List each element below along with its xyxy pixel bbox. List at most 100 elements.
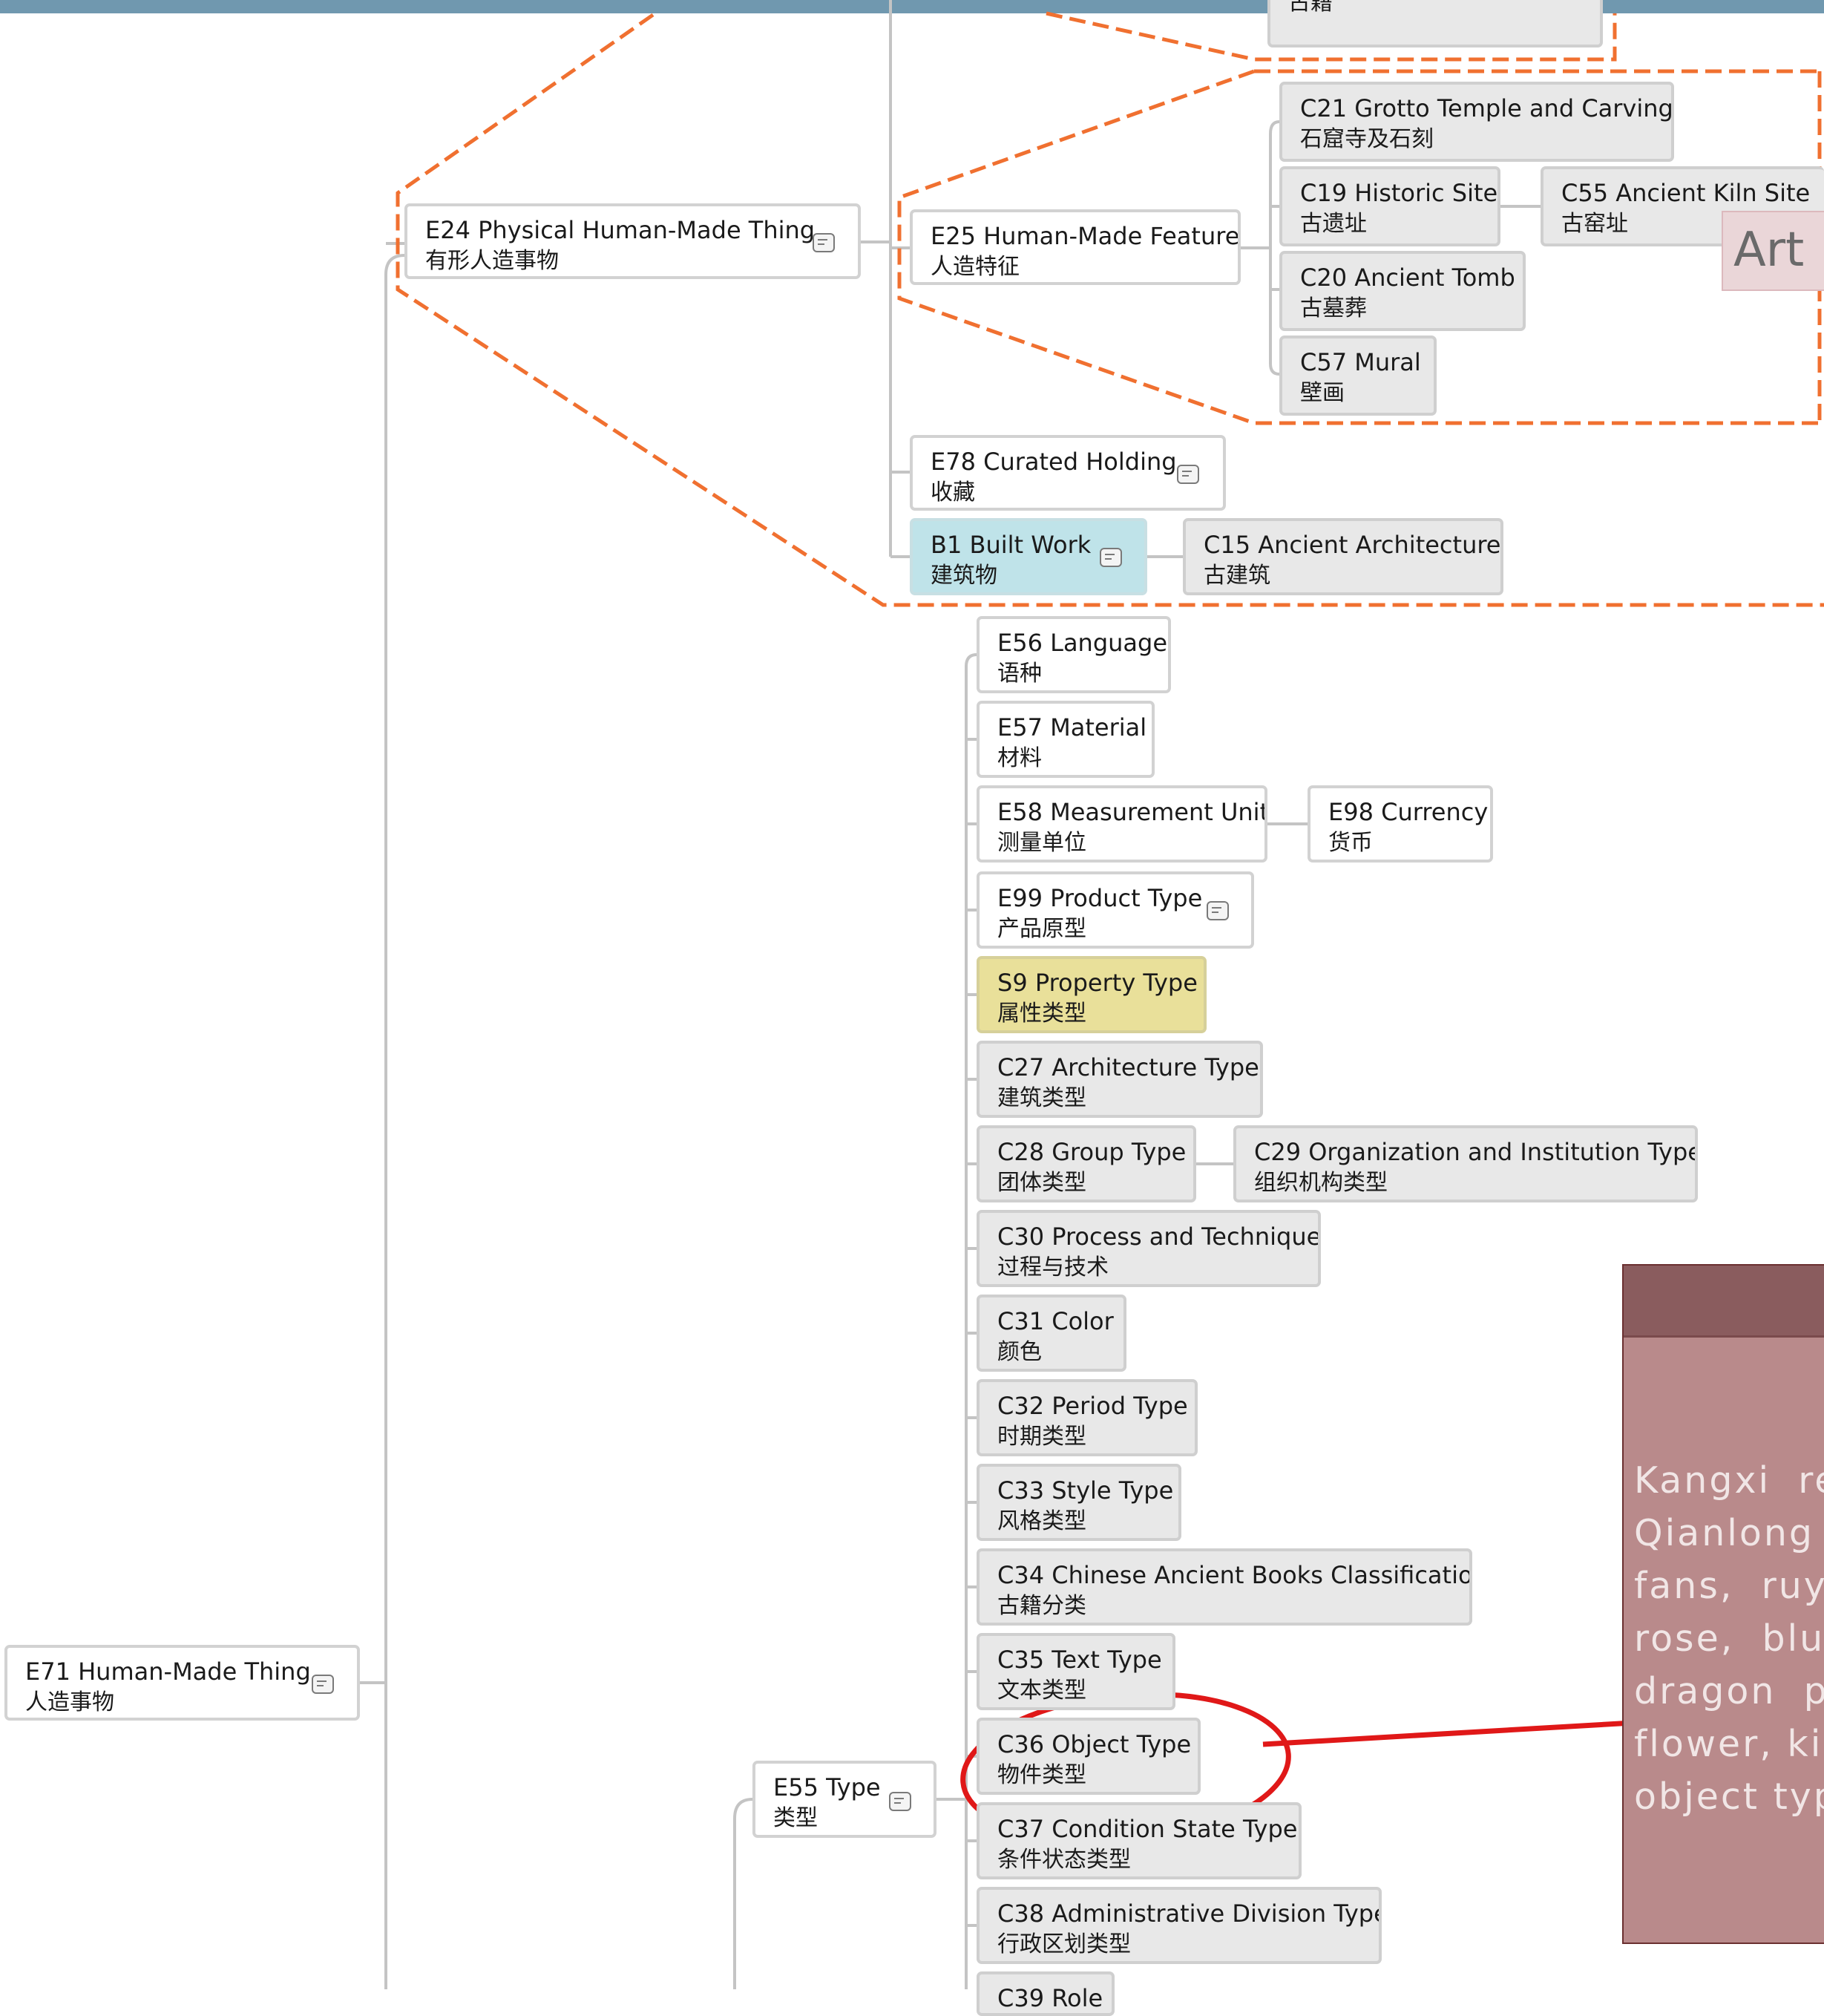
node-label-zh: 古建筑 bbox=[1204, 563, 1270, 589]
node-label-en: C34 Chinese Ancient Books Classification bbox=[997, 1561, 1472, 1589]
node-e57[interactable]: E57 Material 材料 bbox=[977, 701, 1155, 778]
node-label-en: E58 Measurement Unit bbox=[997, 798, 1267, 826]
node-label-zh: 语种 bbox=[997, 661, 1042, 687]
node-label-en: C21 Grotto Temple and Carving bbox=[1300, 94, 1673, 122]
node-label-en: C38 Administrative Division Type bbox=[997, 1899, 1382, 1928]
node-label-en: E71 Human-Made Thing bbox=[25, 1657, 311, 1686]
node-c19[interactable]: C19 Historic Site 古遗址 bbox=[1279, 166, 1500, 246]
node-label-en: C31 Color bbox=[997, 1307, 1114, 1335]
node-label-en: E98 Currency bbox=[1328, 798, 1489, 826]
node-label-zh: 行政区划类型 bbox=[997, 1931, 1131, 1957]
node-label-en: C39 Role bbox=[997, 1984, 1103, 2012]
node-label-zh: 人造事物 bbox=[25, 1689, 114, 1715]
node-label-zh: 时期类型 bbox=[997, 1424, 1086, 1450]
note-icon[interactable] bbox=[1177, 465, 1199, 484]
node-label-en: C29 Organization and Institution Type bbox=[1254, 1138, 1698, 1166]
node-label-zh: 条件状态类型 bbox=[997, 1847, 1131, 1873]
node-label-en: E24 Physical Human-Made Thing bbox=[425, 216, 816, 244]
note-icon[interactable] bbox=[312, 1675, 334, 1694]
node-label-en: C20 Ancient Tomb bbox=[1300, 264, 1515, 292]
description-text: Kangxi re Qianlong r fans, ruyi, rose, blue… bbox=[1634, 1454, 1824, 1823]
description-line: Kangxi re bbox=[1634, 1459, 1824, 1502]
node-label-en: C36 Object Type bbox=[997, 1730, 1192, 1758]
node-c38[interactable]: C38 Administrative Division Type 行政区划类型 bbox=[977, 1887, 1382, 1964]
node-label-en: C19 Historic Site bbox=[1300, 179, 1498, 207]
node-e71[interactable]: E71 Human-Made Thing 人造事物 bbox=[4, 1645, 360, 1721]
node-label-en: C35 Text Type bbox=[997, 1646, 1162, 1674]
node-label-zh: 颜色 bbox=[997, 1339, 1042, 1365]
node-c33[interactable]: C33 Style Type 风格类型 bbox=[977, 1464, 1181, 1541]
node-label-zh: 物件类型 bbox=[997, 1762, 1086, 1788]
node-label-zh: 测量单位 bbox=[997, 830, 1086, 856]
node-c39[interactable]: C39 Role bbox=[977, 1971, 1115, 2016]
node-c28[interactable]: C28 Group Type 团体类型 bbox=[977, 1125, 1196, 1202]
node-s9[interactable]: S9 Property Type 属性类型 bbox=[977, 956, 1207, 1033]
node-label-zh: 组织机构类型 bbox=[1254, 1170, 1388, 1196]
node-c30[interactable]: C30 Process and Technique 过程与技术 bbox=[977, 1210, 1321, 1287]
node-c32[interactable]: C32 Period Type 时期类型 bbox=[977, 1379, 1198, 1456]
node-c35[interactable]: C35 Text Type 文本类型 bbox=[977, 1633, 1175, 1710]
node-label-en: E25 Human-Made Feature bbox=[931, 222, 1240, 250]
node-label-zh: 风格类型 bbox=[997, 1508, 1086, 1534]
node-label-en: C30 Process and Technique bbox=[997, 1223, 1321, 1251]
description-panel: Kangxi re Qianlong r fans, ruyi, rose, blue… bbox=[1622, 1264, 1824, 1944]
node-label-zh: 属性类型 bbox=[997, 1001, 1086, 1027]
description-line: fans, ruyi, bbox=[1634, 1565, 1824, 1607]
node-label-zh: 壁画 bbox=[1300, 380, 1345, 406]
node-e55[interactable]: E55 Type 类型 bbox=[752, 1761, 936, 1838]
node-e99[interactable]: E99 Product Type 产品原型 bbox=[977, 871, 1254, 949]
note-icon[interactable] bbox=[889, 1792, 911, 1811]
node-e25[interactable]: E25 Human-Made Feature 人造特征 bbox=[910, 209, 1241, 285]
node-c20[interactable]: C20 Ancient Tomb 古墓葬 bbox=[1279, 251, 1526, 331]
art-tag: Art bbox=[1722, 211, 1824, 291]
node-b1[interactable]: B1 Built Work 建筑物 bbox=[910, 518, 1147, 595]
node-label-zh: 有形人造事物 bbox=[425, 248, 559, 274]
node-label-en: E56 Language bbox=[997, 629, 1168, 657]
description-line: dragon pa bbox=[1634, 1670, 1824, 1712]
node-label-en: C15 Ancient Architecture bbox=[1204, 531, 1501, 559]
note-icon[interactable] bbox=[1207, 901, 1229, 920]
node-c29[interactable]: C29 Organization and Institution Type 组织… bbox=[1233, 1125, 1698, 1202]
description-line: flower, kids bbox=[1634, 1723, 1824, 1765]
note-icon[interactable] bbox=[813, 233, 835, 252]
node-e78[interactable]: E78 Curated Holding 收藏 bbox=[910, 435, 1226, 511]
node-label-zh: 文本类型 bbox=[997, 1678, 1086, 1704]
description-line: Qianlong r bbox=[1634, 1512, 1815, 1554]
node-c36[interactable]: C36 Object Type 物件类型 bbox=[977, 1718, 1201, 1795]
node-label-zh: 古籍 bbox=[1288, 0, 1333, 16]
node-e98[interactable]: E98 Currency 货币 bbox=[1308, 785, 1493, 863]
node-label-en: C55 Ancient Kiln Site bbox=[1561, 179, 1811, 207]
node-e24[interactable]: E24 Physical Human-Made Thing 有形人造事物 bbox=[404, 203, 861, 279]
node-label-zh: 货币 bbox=[1328, 830, 1373, 856]
node-label-en: E57 Material bbox=[997, 713, 1147, 742]
node-label-en: C32 Period Type bbox=[997, 1392, 1188, 1420]
node-label-zh: 古籍分类 bbox=[997, 1593, 1086, 1619]
node-c34[interactable]: C34 Chinese Ancient Books Classification… bbox=[977, 1548, 1472, 1626]
node-c15[interactable]: C15 Ancient Architecture 古建筑 bbox=[1183, 518, 1503, 595]
description-line: object type bbox=[1634, 1776, 1824, 1818]
node-c57[interactable]: C57 Mural 壁画 bbox=[1279, 336, 1437, 416]
node-label-zh: 建筑类型 bbox=[997, 1085, 1086, 1111]
description-line: rose, blue bbox=[1634, 1617, 1824, 1660]
node-label-zh: 古墓葬 bbox=[1300, 295, 1367, 321]
node-label-zh: 石窟寺及石刻 bbox=[1300, 126, 1434, 152]
node-label-en: C37 Condition State Type bbox=[997, 1815, 1298, 1843]
node-label-en: C27 Architecture Type bbox=[997, 1053, 1259, 1081]
node-label-en: C33 Style Type bbox=[997, 1476, 1174, 1505]
node-label-en: C57 Mural bbox=[1300, 348, 1421, 376]
node-label-zh: 古遗址 bbox=[1300, 211, 1367, 237]
node-c21[interactable]: C21 Grotto Temple and Carving 石窟寺及石刻 bbox=[1279, 82, 1674, 162]
node-label-en: S9 Property Type bbox=[997, 969, 1198, 997]
node-gu-ji[interactable]: 古籍 bbox=[1267, 0, 1603, 48]
note-icon[interactable] bbox=[1100, 548, 1122, 567]
node-c37[interactable]: C37 Condition State Type 条件状态类型 bbox=[977, 1802, 1302, 1879]
node-label-zh: 过程与技术 bbox=[997, 1254, 1109, 1280]
node-label-zh: 材料 bbox=[997, 745, 1042, 771]
node-c31[interactable]: C31 Color 颜色 bbox=[977, 1295, 1126, 1372]
node-c27[interactable]: C27 Architecture Type 建筑类型 bbox=[977, 1041, 1263, 1118]
node-label-en: C28 Group Type bbox=[997, 1138, 1187, 1166]
description-panel-header bbox=[1624, 1266, 1824, 1338]
node-e56[interactable]: E56 Language 语种 bbox=[977, 616, 1171, 693]
node-label-zh: 团体类型 bbox=[997, 1170, 1086, 1196]
node-e58[interactable]: E58 Measurement Unit 测量单位 bbox=[977, 785, 1267, 863]
